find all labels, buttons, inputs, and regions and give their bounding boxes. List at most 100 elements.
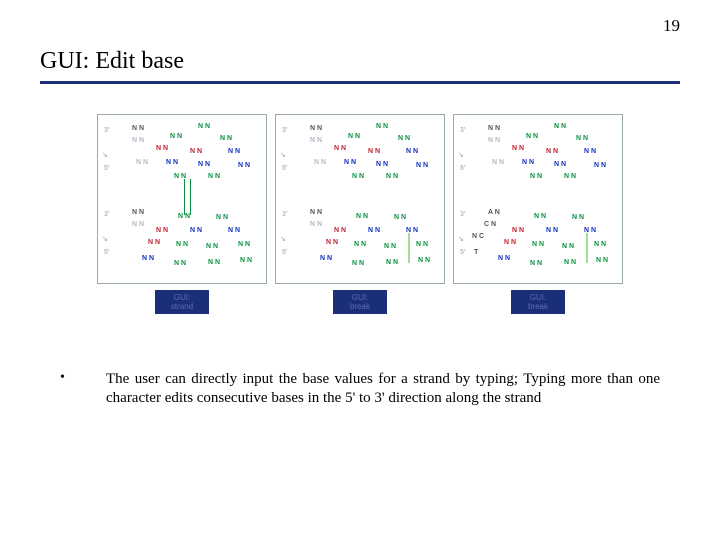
panel-2-button[interactable]: GUI: break xyxy=(333,290,387,314)
description-paragraph: The user can directly input the base val… xyxy=(106,370,660,408)
base-label: N N xyxy=(354,241,366,248)
arrow-icon: ↘ xyxy=(280,235,286,243)
base-label: N N xyxy=(546,148,558,155)
button-line2: break xyxy=(528,302,548,311)
base-label: N N xyxy=(498,255,510,262)
arrow-icon: ↘ xyxy=(102,235,108,243)
base-label: N N xyxy=(334,227,346,234)
panel-2: 3' N N N N N N N N N N N N N N N N ↘ N N… xyxy=(275,114,445,314)
base-label: N N xyxy=(238,241,250,248)
base-label: N N xyxy=(238,162,250,169)
end-label: 3' xyxy=(104,211,110,218)
base-label: N N xyxy=(386,259,398,266)
button-line1: GUI: xyxy=(174,293,190,302)
base-label: N N xyxy=(156,227,168,234)
body-text: • The user can directly input the base v… xyxy=(40,370,680,408)
base-label: N N xyxy=(554,161,566,168)
base-label: A N xyxy=(488,209,500,216)
panel-3: 3' N N N N N N N N N N N N N N N N ↘ N N… xyxy=(453,114,623,314)
strand-connector xyxy=(190,179,191,215)
base-label: N N xyxy=(132,209,144,216)
panel-3-canvas: 3' N N N N N N N N N N N N N N N N ↘ N N… xyxy=(453,114,623,284)
panel-1-canvas: 3' N N N N N N N N N N N N N N N N ↘ N N… xyxy=(97,114,267,284)
base-label: N N xyxy=(512,145,524,152)
base-label: N N xyxy=(564,173,576,180)
panel-2-canvas: 3' N N N N N N N N N N N N N N N N ↘ N N… xyxy=(275,114,445,284)
base-label: N N xyxy=(576,135,588,142)
base-label: N N xyxy=(532,241,544,248)
button-line1: GUI: xyxy=(352,293,368,302)
base-label: N N xyxy=(136,159,148,166)
panel-3-button[interactable]: GUI: break xyxy=(511,290,565,314)
base-label: N N xyxy=(176,241,188,248)
end-label: 3' xyxy=(460,211,466,218)
page-title: GUI: Edit base xyxy=(40,48,680,75)
base-label: N N xyxy=(488,137,500,144)
base-label: N N xyxy=(310,221,322,228)
base-label: N N xyxy=(564,259,576,266)
panel-1-button[interactable]: GUI: strand xyxy=(155,290,209,314)
end-label: 5' xyxy=(104,165,110,172)
base-label: N N xyxy=(386,173,398,180)
edit-cursor xyxy=(408,233,410,263)
page-number: 19 xyxy=(663,16,680,36)
base-label: N N xyxy=(376,161,388,168)
figure-row: 3' N N N N N N N N N N N N N N N N ↘ N N… xyxy=(40,114,680,314)
base-label: N N xyxy=(132,137,144,144)
base-label: N N xyxy=(526,133,538,140)
base-label: N N xyxy=(198,123,210,130)
base-label: N N xyxy=(314,159,326,166)
base-label: N N xyxy=(228,227,240,234)
base-label: N N xyxy=(352,173,364,180)
end-label: 5' xyxy=(104,249,110,256)
base-label: N N xyxy=(384,243,396,250)
base-label: N N xyxy=(572,214,584,221)
base-label: T xyxy=(474,249,478,256)
arrow-icon: ↘ xyxy=(280,151,286,159)
end-label: 3' xyxy=(282,127,288,134)
base-label: C N xyxy=(484,221,496,228)
base-label: N N xyxy=(310,125,322,132)
base-label: N N xyxy=(240,257,252,264)
base-label: N N xyxy=(352,260,364,267)
base-label: N N xyxy=(416,162,428,169)
base-label: N N xyxy=(174,260,186,267)
arrow-icon: ↘ xyxy=(102,151,108,159)
strand-connector xyxy=(184,179,185,215)
edit-cursor xyxy=(586,233,588,263)
base-label: N N xyxy=(170,133,182,140)
base-label: N N xyxy=(530,260,542,267)
base-label: N N xyxy=(594,162,606,169)
base-label: N N xyxy=(488,125,500,132)
base-label: N N xyxy=(148,239,160,246)
base-label: N N xyxy=(206,243,218,250)
base-label: N N xyxy=(156,145,168,152)
base-label: N N xyxy=(334,145,346,152)
button-line2: strand xyxy=(171,302,193,311)
base-label: N N xyxy=(522,159,534,166)
base-label: N N xyxy=(198,161,210,168)
base-label: N N xyxy=(208,259,220,266)
end-label: 3' xyxy=(104,127,110,134)
base-label: N N xyxy=(310,209,322,216)
title-underline xyxy=(40,81,680,84)
base-label: N N xyxy=(132,221,144,228)
base-label: N N xyxy=(326,239,338,246)
base-label: N N xyxy=(178,213,190,220)
arrow-icon: ↘ xyxy=(458,151,464,159)
base-label: N N xyxy=(534,213,546,220)
end-label: 3' xyxy=(460,127,466,134)
base-label: N N xyxy=(220,135,232,142)
base-label: N N xyxy=(142,255,154,262)
base-label: N C xyxy=(472,233,484,240)
base-label: N N xyxy=(596,257,608,264)
base-label: N N xyxy=(492,159,504,166)
base-label: N N xyxy=(228,148,240,155)
end-label: 5' xyxy=(460,249,466,256)
base-label: N N xyxy=(512,227,524,234)
button-line1: GUI: xyxy=(530,293,546,302)
base-label: N N xyxy=(418,257,430,264)
base-label: N N xyxy=(310,137,322,144)
base-label: N N xyxy=(594,241,606,248)
end-label: 3' xyxy=(282,211,288,218)
